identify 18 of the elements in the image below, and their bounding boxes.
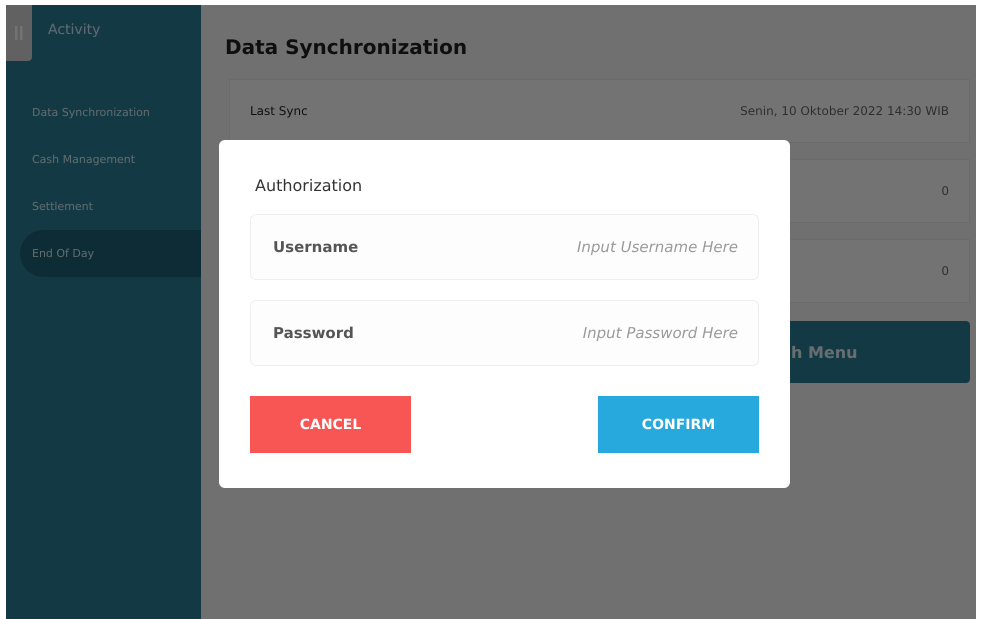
confirm-button[interactable]: CONFIRM <box>598 396 759 453</box>
sidebar-item[interactable]: Settlement <box>6 183 201 230</box>
sidebar-item[interactable]: Data Synchronization <box>6 89 201 136</box>
row-value: 0 <box>941 264 949 278</box>
input-field[interactable]: Input Username Here <box>518 238 738 256</box>
row-value: Senin, 10 Oktober 2022 14:30 WIB <box>740 104 949 118</box>
field-label: Password <box>273 324 354 342</box>
page-title: Data Synchronization <box>225 35 468 59</box>
sidebar-item[interactable]: End Of Day <box>20 230 201 277</box>
field-label: Username <box>273 238 358 256</box>
sidebar-toggle[interactable] <box>6 5 32 61</box>
sidebar-item[interactable]: Cash Management <box>6 136 201 183</box>
sidebar-title: Activity <box>48 22 100 38</box>
dialog-title: Authorization <box>255 176 364 197</box>
input-field[interactable]: Input Password Here <box>518 324 738 342</box>
row-label: Last Sync <box>250 104 308 118</box>
cancel-button[interactable]: CANCEL <box>250 396 411 453</box>
row-value: 0 <box>941 184 949 198</box>
